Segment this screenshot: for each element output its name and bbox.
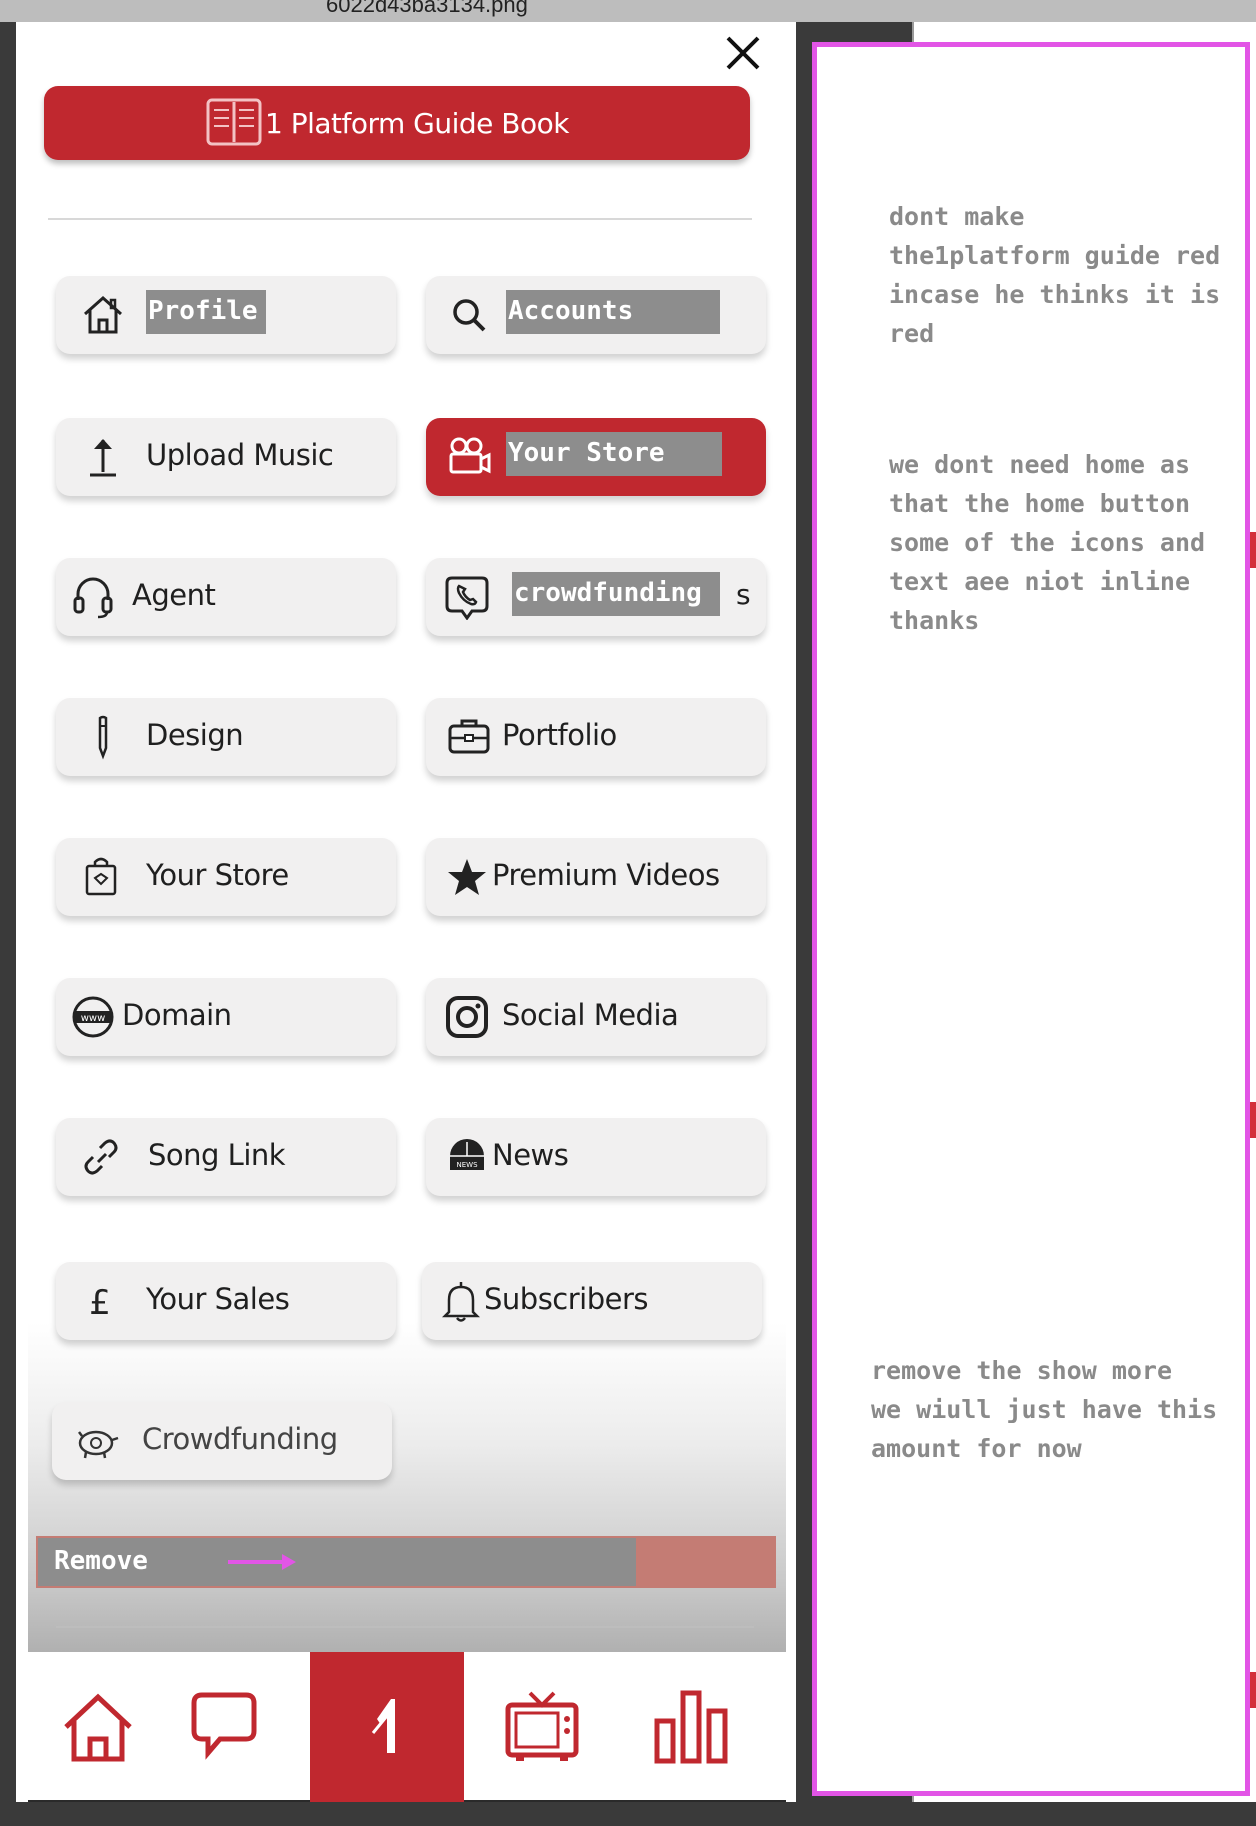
menu-tile-your-store[interactable]: Your Store [56,838,396,916]
divider [56,1626,754,1628]
menu-tile-profile[interactable]: Profile [56,276,396,354]
tile-label: Crowdfunding [142,1422,338,1456]
guide-book-label: 1 Platform Guide Book [264,106,570,140]
www-icon: www [70,994,116,1040]
video-camera-icon [446,434,492,480]
tile-label: crowdfunding [512,572,720,616]
nav-home-button[interactable] [48,1652,148,1802]
phone-icon [444,574,490,621]
annotation-note: remove the show more we wiull just have … [871,1356,1218,1463]
annotation-note: we dont need home as that the home butto… [889,450,1191,518]
menu-tile-crowdfunding-highlighted[interactable]: crowdfunding s [426,558,766,636]
shopping-bag-icon [78,854,124,900]
menu-tile-crowdfunding[interactable]: Crowdfunding [52,1402,392,1480]
window-title: 6022d43ba3134.png [326,0,528,17]
piggy-bank-icon [74,1418,120,1464]
nav-tv-button[interactable] [492,1652,592,1802]
menu-panel: 1 Platform Guide Book Profile Accounts U… [16,22,796,1802]
search-icon [446,292,492,338]
menu-tile-upload-music[interactable]: Upload Music [56,418,396,496]
menu-tile-premium-videos[interactable]: Premium Videos [426,838,766,916]
window-title-bar: 6022d43ba3134.png [0,0,1256,22]
svg-text:£: £ [89,1283,111,1323]
tile-label: Your Sales [146,1282,290,1316]
nav-platform-button[interactable] [310,1652,464,1802]
menu-tile-news[interactable]: NEWS News [426,1118,766,1196]
book-icon [206,98,262,146]
menu-tile-song-link[interactable]: Song Link [56,1118,396,1196]
guide-book-button[interactable]: 1 Platform Guide Book [44,86,750,160]
nav-stats-button[interactable] [636,1652,746,1802]
tile-label: Song Link [148,1138,286,1172]
menu-tile-portfolio[interactable]: Portfolio [426,698,766,776]
menu-tile-social-media[interactable]: Social Media [426,978,766,1056]
tile-label: Subscribers [484,1282,649,1316]
close-button[interactable] [720,30,766,76]
tile-label: Accounts [506,290,720,334]
tv-icon [505,1691,579,1761]
star-icon [444,854,490,900]
bar-chart-icon [654,1690,728,1764]
svg-text:NEWS: NEWS [456,1161,478,1169]
remove-show-more-bar[interactable]: Remove [36,1536,776,1588]
tile-label: Agent [132,578,216,612]
tile-label: Upload Music [146,438,334,472]
tile-label: Premium Videos [492,858,720,892]
link-icon [78,1134,124,1180]
close-icon [726,36,760,70]
tile-label-tail: s [736,578,751,611]
upload-icon [80,434,126,480]
tile-label: Social Media [502,998,679,1032]
menu-tile-agent[interactable]: Agent [56,558,396,636]
nav-chat-button[interactable] [174,1652,274,1802]
tile-label: Domain [122,998,232,1032]
menu-tile-domain[interactable]: www Domain [56,978,396,1056]
tile-label: News [492,1138,569,1172]
news-icon: NEWS [444,1134,490,1180]
annotation-note: dont make the1platform guide red incase … [889,202,1221,348]
menu-tile-your-store-active[interactable]: Your Store [426,418,766,496]
tile-label: Your Store [506,432,722,476]
tile-label: Design [146,718,244,752]
divider [48,218,752,220]
home-icon [80,292,126,338]
annotation-notes-box: dont make the1platform guide red incase … [812,42,1250,1796]
bottom-navigation [28,1652,786,1802]
bell-icon [438,1278,484,1324]
tile-label: Profile [146,290,266,334]
pound-icon: £ [80,1278,126,1324]
headset-icon [70,574,116,620]
home-icon [64,1693,132,1762]
tile-label: Portfolio [502,718,617,752]
menu-fade-overlay [28,1322,786,1672]
menu-tile-your-sales[interactable]: £ Your Sales [56,1262,396,1340]
briefcase-icon [446,714,492,760]
chat-icon [191,1692,257,1760]
instagram-icon [444,994,490,1040]
svg-text:www: www [81,1013,106,1024]
platform-logo-icon [371,1699,395,1753]
tile-label: Your Store [146,858,289,892]
menu-tile-design[interactable]: Design [56,698,396,776]
annotation-note: some of the icons and text aee niot inli… [889,528,1206,635]
remove-label: Remove [54,1546,148,1576]
menu-tile-accounts[interactable]: Accounts [426,276,766,354]
menu-tile-subscribers[interactable]: Subscribers [422,1262,762,1340]
pen-icon [80,714,126,760]
arrow-right-icon [228,1554,296,1570]
